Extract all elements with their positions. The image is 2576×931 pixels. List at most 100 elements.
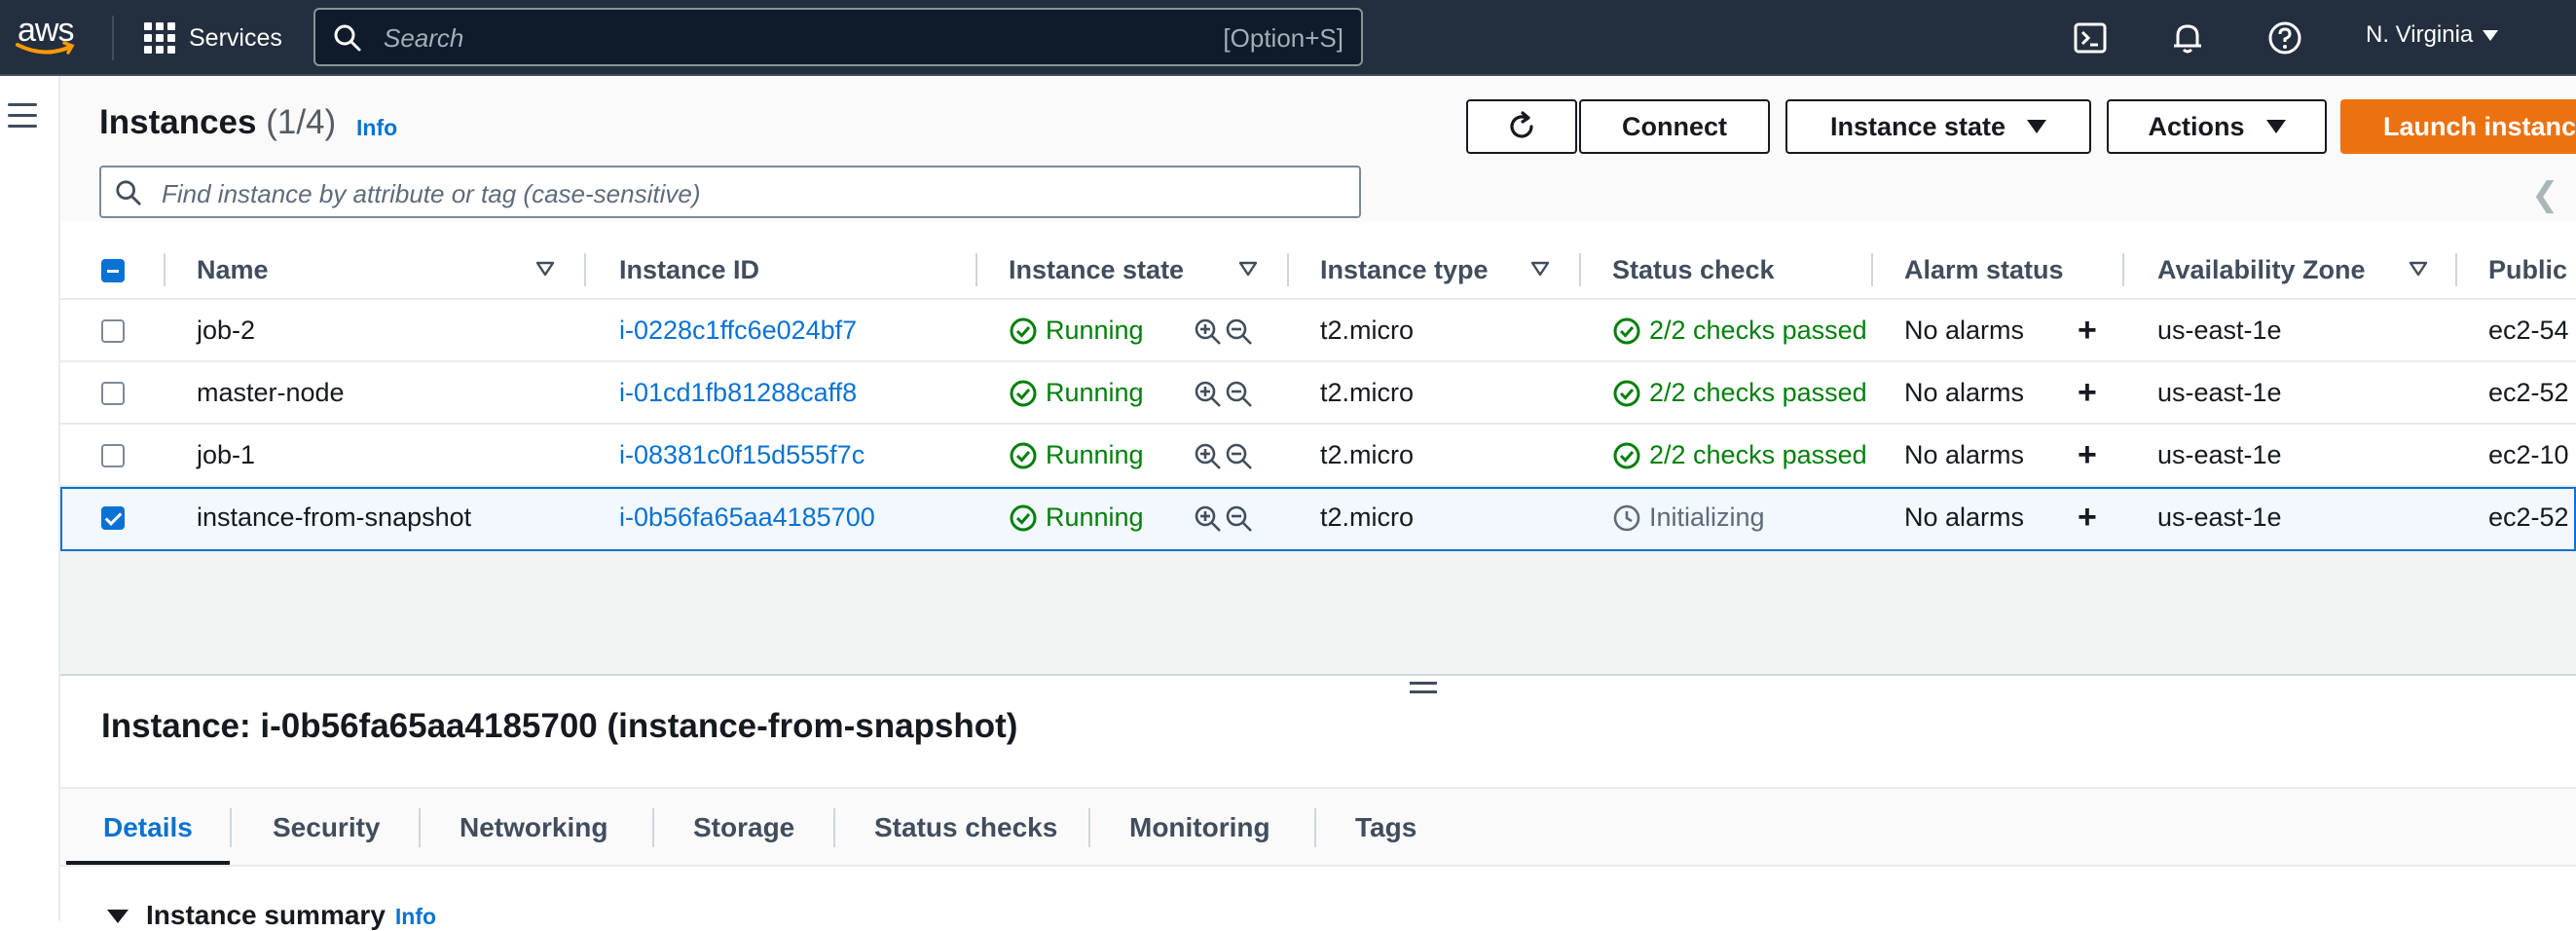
instance-id-link[interactable]: i-08381c0f15d555f7c — [619, 440, 865, 470]
tab-details[interactable]: Details — [103, 812, 193, 843]
region-selector[interactable]: N. Virginia — [2366, 21, 2499, 49]
tab-tags[interactable]: Tags — [1355, 812, 1417, 843]
column-header-availability-zone[interactable]: Availability Zone — [2157, 255, 2366, 285]
services-menu-button[interactable]: Services — [144, 19, 282, 56]
alarm-status: No alarms — [1904, 378, 2025, 407]
instance-id-link[interactable]: i-0b56fa65aa4185700 — [619, 503, 875, 533]
zoom-out-icon[interactable] — [1225, 504, 1254, 534]
instance-name: master-node — [197, 378, 345, 407]
launch-instances-button[interactable]: Launch instanc — [2340, 99, 2576, 154]
global-search-input[interactable]: Search [Option+S] — [313, 8, 1363, 66]
zoom-in-icon[interactable] — [1194, 380, 1223, 409]
column-divider — [1579, 253, 1581, 286]
tab-monitoring[interactable]: Monitoring — [1129, 812, 1270, 843]
tab-security[interactable]: Security — [273, 812, 381, 843]
row-checkbox[interactable] — [101, 319, 125, 343]
row-checkbox[interactable] — [101, 506, 125, 530]
instance-state-text: Running — [1046, 503, 1144, 532]
split-panel-resize-handle[interactable] — [1410, 682, 1437, 699]
table-empty-area — [60, 551, 2576, 676]
aws-logo[interactable]: aws — [16, 12, 80, 60]
instance-id-link[interactable]: i-01cd1fb81288caff8 — [619, 378, 857, 408]
sort-icon[interactable] — [2409, 261, 2428, 277]
nav-divider — [112, 16, 114, 60]
tab-divider — [833, 808, 835, 847]
table-row[interactable]: job-1 i-08381c0f15d555f7c Running t2.mic… — [60, 425, 2576, 487]
help-icon[interactable] — [2266, 19, 2303, 56]
instance-name: job-2 — [197, 316, 256, 345]
instance-summary-heading[interactable]: Instance summary Info — [146, 900, 436, 931]
select-all-checkbox[interactable] — [101, 259, 125, 282]
caret-down-icon — [2483, 29, 2499, 41]
tab-status-checks[interactable]: Status checks — [874, 812, 1057, 843]
tab-networking[interactable]: Networking — [460, 812, 607, 843]
search-placeholder: Search — [384, 23, 464, 53]
plus-icon[interactable]: + — [2078, 374, 2097, 412]
tab-storage[interactable]: Storage — [693, 812, 794, 843]
column-header-instance-id[interactable]: Instance ID — [619, 255, 759, 285]
column-header-instance-type[interactable]: Instance type — [1320, 255, 1489, 285]
zoom-in-icon[interactable] — [1194, 317, 1223, 347]
sort-icon[interactable] — [535, 261, 555, 277]
connect-label: Connect — [1622, 111, 1727, 141]
instance-state-label: Instance state — [1829, 111, 2006, 141]
row-checkbox[interactable] — [101, 444, 125, 467]
column-header-name[interactable]: Name — [197, 255, 269, 285]
table-row[interactable]: master-node i-01cd1fb81288caff8 Running … — [60, 362, 2576, 425]
chevron-left-icon[interactable]: ❮ — [2531, 175, 2559, 214]
zoom-out-icon[interactable] — [1225, 317, 1254, 347]
status-check[interactable]: 2/2 checks passed — [1612, 378, 1867, 408]
column-divider — [2455, 253, 2457, 286]
services-label: Services — [189, 23, 282, 52]
check-circle-icon — [1613, 380, 1640, 406]
instance-state-dropdown[interactable]: Instance state — [1785, 99, 2091, 154]
table-row-selected[interactable]: instance-from-snapshot i-0b56fa65aa41857… — [60, 487, 2576, 551]
sort-icon[interactable] — [1530, 261, 1550, 277]
column-header-status-check[interactable]: Status check — [1612, 255, 1775, 285]
cloudshell-icon[interactable] — [2072, 19, 2109, 56]
column-divider — [164, 253, 166, 286]
plus-icon[interactable]: + — [2078, 436, 2097, 474]
actions-dropdown[interactable]: Actions — [2107, 99, 2327, 154]
zoom-in-icon[interactable] — [1194, 442, 1223, 471]
zoom-out-icon[interactable] — [1225, 442, 1254, 471]
instance-id-link[interactable]: i-0228c1ffc6e024bf7 — [619, 316, 857, 346]
column-header-alarm-status[interactable]: Alarm status — [1904, 255, 2064, 285]
tab-divider — [419, 808, 421, 847]
zoom-out-icon[interactable] — [1225, 380, 1254, 409]
alarm-status: No alarms — [1904, 316, 2025, 345]
refresh-button[interactable] — [1466, 99, 1577, 154]
column-header-instance-state[interactable]: Instance state — [1009, 255, 1184, 285]
sort-icon[interactable] — [1238, 261, 1258, 277]
page-title-text: Instances — [99, 103, 257, 141]
public-dns: ec2-52 — [2488, 378, 2569, 407]
alarm-status: No alarms — [1904, 440, 2025, 469]
plus-icon[interactable]: + — [2078, 499, 2097, 537]
instance-state: Running — [1009, 503, 1144, 533]
instance-filter-input[interactable]: Find instance by attribute or tag (case-… — [99, 166, 1361, 218]
column-header-public[interactable]: Public — [2488, 255, 2567, 285]
instance-name: job-1 — [197, 440, 256, 469]
status-check[interactable]: 2/2 checks passed — [1612, 316, 1867, 346]
instance-name: instance-from-snapshot — [197, 503, 472, 532]
row-checkbox[interactable] — [101, 382, 125, 405]
check-circle-icon — [1010, 317, 1037, 344]
zoom-in-icon[interactable] — [1194, 504, 1223, 534]
instance-summary-title: Instance summary — [146, 900, 386, 930]
page-title: Instances (1/4) — [99, 103, 336, 142]
status-check-text: 2/2 checks passed — [1649, 316, 1867, 345]
bell-icon[interactable] — [2169, 19, 2206, 56]
active-tab-underline — [66, 861, 230, 865]
info-link[interactable]: Info — [395, 904, 436, 929]
top-navigation: aws Services Search [Option+S] N. Virgin… — [0, 0, 2576, 76]
plus-icon[interactable]: + — [2078, 312, 2097, 350]
search-icon — [116, 180, 141, 205]
hamburger-icon[interactable] — [8, 103, 37, 135]
instance-type: t2.micro — [1320, 316, 1415, 345]
clock-icon — [1613, 504, 1640, 531]
connect-button[interactable]: Connect — [1579, 99, 1770, 154]
info-link[interactable]: Info — [356, 115, 397, 141]
status-check: Initializing — [1612, 503, 1765, 533]
status-check[interactable]: 2/2 checks passed — [1612, 440, 1867, 470]
table-row[interactable]: job-2 i-0228c1ffc6e024bf7 Running t2.mic… — [60, 300, 2576, 362]
